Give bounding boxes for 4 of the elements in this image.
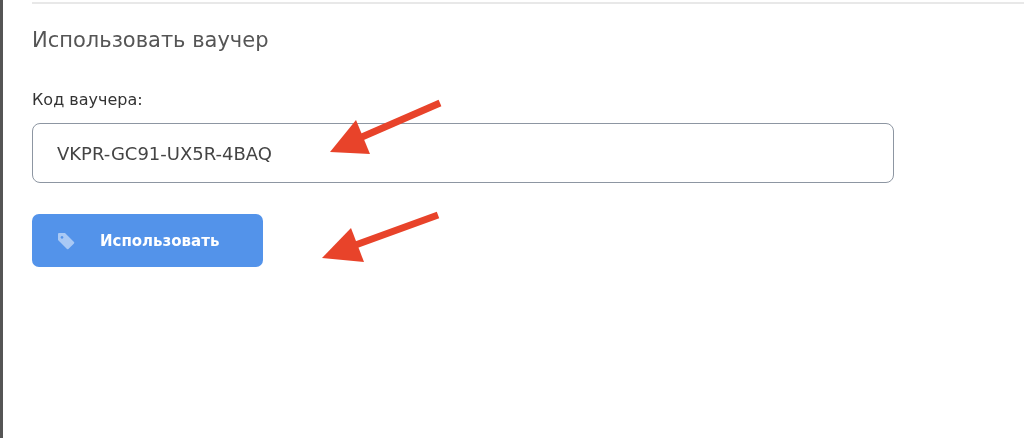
tag-icon	[56, 230, 76, 251]
field-label: Код ваучера:	[32, 90, 143, 109]
section-title: Использовать ваучер	[32, 28, 269, 52]
voucher-code-field[interactable]: VKPR-GC91-UX5R-4BAQ	[32, 123, 894, 183]
